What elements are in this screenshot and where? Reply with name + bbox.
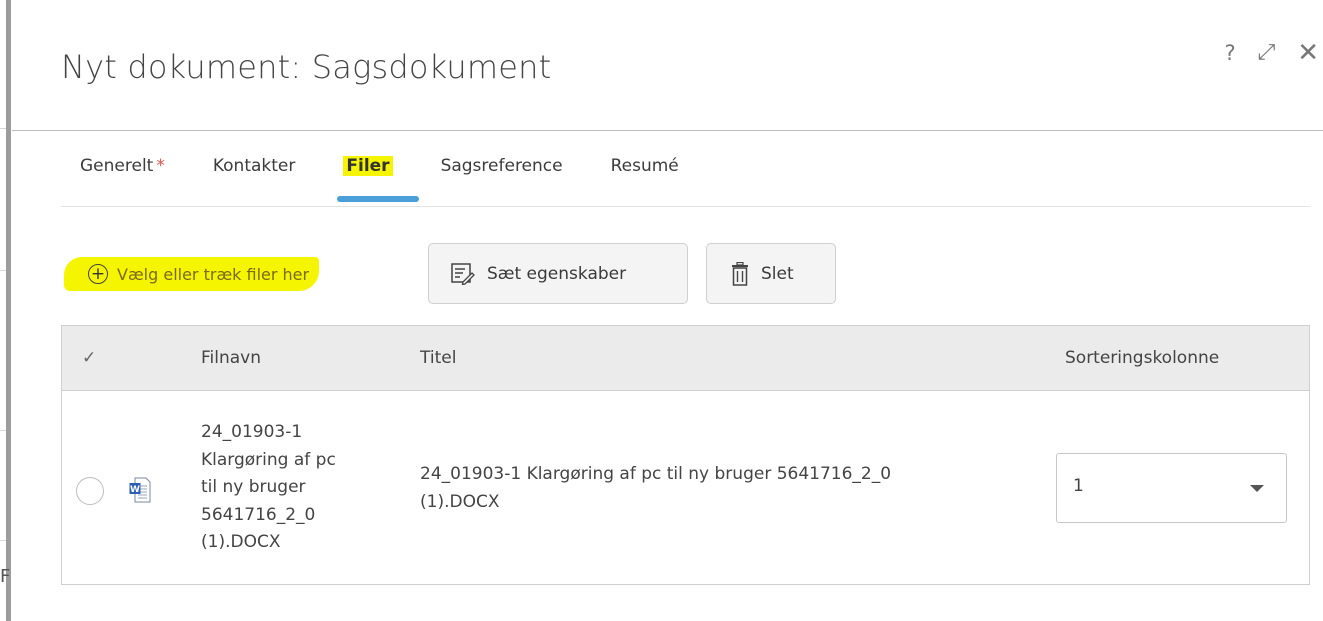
add-files-button[interactable]: + Vælg eller træk filer her bbox=[64, 257, 320, 291]
dialog-title: Nyt dokument: Sagsdokument bbox=[61, 48, 552, 86]
delete-button[interactable]: Slet bbox=[706, 243, 836, 304]
filename-cell: 24_01903-1 Klargøring af pc til ny bruge… bbox=[201, 419, 336, 557]
column-header-sort[interactable]: Sorteringskolonne bbox=[1065, 348, 1219, 368]
sort-order-value: 1 bbox=[1073, 476, 1084, 496]
delete-label: Slet bbox=[761, 263, 794, 284]
trash-icon bbox=[732, 261, 748, 286]
tab-label: Kontakter bbox=[212, 156, 296, 176]
tab-kontakter[interactable]: Kontakter bbox=[213, 156, 296, 176]
active-tab-indicator bbox=[337, 196, 420, 202]
row-checkbox[interactable] bbox=[76, 477, 104, 505]
tab-label: Resumé bbox=[610, 156, 679, 176]
filename-line: Klargøring af pc bbox=[201, 449, 336, 470]
filename-line: 24_01903-1 bbox=[201, 422, 303, 442]
select-all-header[interactable]: ✓ bbox=[82, 348, 96, 368]
set-properties-label: Sæt egenskaber bbox=[487, 263, 627, 284]
sort-order-select[interactable]: 1 bbox=[1056, 453, 1287, 523]
filename-line: til ny bruger bbox=[201, 477, 306, 497]
edit-list-icon bbox=[451, 262, 475, 285]
svg-text:W: W bbox=[130, 485, 140, 495]
title-line: (1).DOCX bbox=[420, 491, 500, 512]
title-cell[interactable]: 24_01903-1 Klargøring af pc til ny bruge… bbox=[420, 461, 891, 516]
edge-divider bbox=[0, 128, 6, 129]
edge-divider bbox=[0, 540, 6, 541]
files-table: ✓ Filnavn Titel Sorteringskolonne W 24_0… bbox=[61, 325, 1310, 585]
expand-icon[interactable]: ⤢ bbox=[1258, 42, 1276, 64]
edge-divider bbox=[0, 270, 6, 271]
plus-circle-icon: + bbox=[88, 264, 108, 284]
filename-line: 5641716_2_0 bbox=[201, 504, 316, 525]
window-controls: ? ⤢ ✕ bbox=[1224, 40, 1323, 66]
required-marker: * bbox=[156, 156, 165, 176]
close-icon[interactable]: ✕ bbox=[1297, 40, 1319, 66]
tab-bar: Generelt * Kontakter Filer Sagsreference … bbox=[80, 156, 727, 202]
tab-sagsreference[interactable]: Sagsreference bbox=[441, 156, 563, 176]
table-header: ✓ Filnavn Titel Sorteringskolonne bbox=[62, 326, 1309, 391]
tab-filer[interactable]: Filer bbox=[337, 156, 420, 202]
tab-label: Sagsreference bbox=[440, 156, 563, 176]
tab-resume[interactable]: Resumé bbox=[611, 156, 679, 176]
tabs-divider bbox=[61, 206, 1310, 207]
tab-label: Generelt bbox=[80, 156, 154, 176]
filename-line: (1).DOCX bbox=[201, 532, 281, 552]
column-header-filename[interactable]: Filnavn bbox=[201, 348, 261, 368]
column-header-title[interactable]: Titel bbox=[420, 348, 456, 368]
edge-divider bbox=[0, 430, 6, 431]
tab-label: Filer bbox=[343, 156, 393, 176]
add-files-label: Vælg eller træk filer her bbox=[117, 264, 310, 284]
tab-generelt[interactable]: Generelt * bbox=[80, 156, 165, 176]
table-row: W 24_01903-1 Klargøring af pc til ny bru… bbox=[62, 391, 1309, 585]
background-window-edge: F bbox=[0, 0, 12, 621]
header-divider bbox=[12, 130, 1323, 131]
set-properties-button[interactable]: Sæt egenskaber bbox=[428, 243, 688, 304]
word-document-icon: W bbox=[129, 477, 151, 503]
file-toolbar: + Vælg eller træk filer her Sæt egenskab… bbox=[64, 243, 864, 305]
help-icon[interactable]: ? bbox=[1224, 42, 1235, 64]
chevron-down-icon bbox=[1250, 485, 1264, 492]
title-line: 24_01903-1 Klargøring af pc til ny bruge… bbox=[420, 464, 892, 484]
edge-letter: F bbox=[0, 566, 11, 587]
scrollbar-edge bbox=[6, 0, 11, 621]
